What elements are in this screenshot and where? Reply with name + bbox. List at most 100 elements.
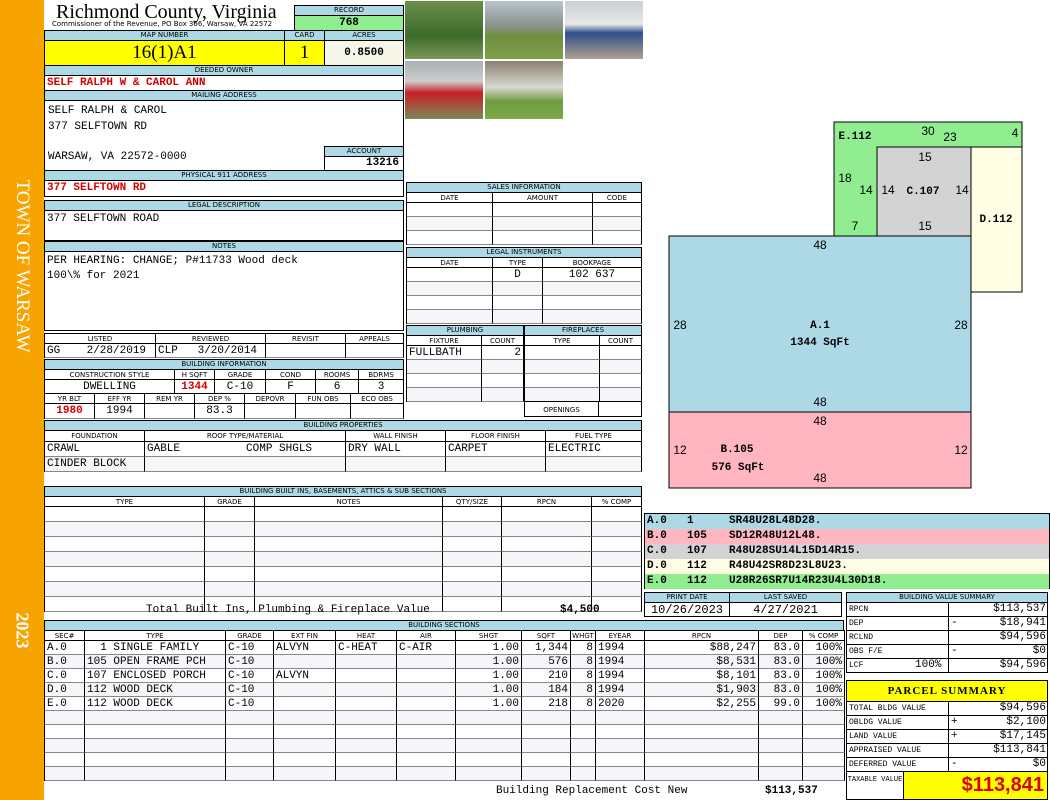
table-cell bbox=[759, 739, 803, 753]
parcel-summary-label: LAND VALUE bbox=[846, 729, 949, 744]
table-cell bbox=[645, 711, 759, 725]
table-cell: 1.00 bbox=[456, 697, 522, 711]
table-cell bbox=[255, 522, 443, 537]
sketch-label: 15 bbox=[918, 219, 932, 233]
table-cell: CINDER BLOCK bbox=[45, 457, 145, 472]
table-cell bbox=[45, 739, 85, 753]
table-cell bbox=[759, 725, 803, 739]
table-cell bbox=[596, 739, 645, 753]
sketch-label: D.112 bbox=[979, 214, 1012, 226]
house-front-photo[interactable] bbox=[404, 0, 484, 60]
table-cell: 184 bbox=[522, 683, 571, 697]
table-cell bbox=[407, 360, 482, 374]
column-header: EXT FIN bbox=[274, 631, 336, 641]
table-cell: 6 bbox=[316, 380, 359, 394]
table-cell bbox=[145, 404, 195, 419]
table-cell bbox=[482, 374, 524, 388]
table-cell bbox=[493, 296, 543, 310]
column-header: SHGT bbox=[456, 631, 522, 641]
table-cell bbox=[226, 725, 274, 739]
table-cell: ALVYN bbox=[274, 641, 336, 655]
parcel-summary-amount: $113,841 bbox=[993, 744, 1046, 756]
sketch-legend-cell: SD12R48U12L48. bbox=[729, 530, 822, 542]
table-cell bbox=[803, 711, 845, 725]
table-cell bbox=[456, 725, 522, 739]
table-cell bbox=[571, 767, 596, 781]
sketch-legend-cell: 112 bbox=[687, 575, 707, 587]
table-cell bbox=[645, 725, 759, 739]
column-header: NOTES bbox=[255, 497, 443, 507]
table-cell: C-10 bbox=[226, 655, 274, 669]
table-cell bbox=[645, 739, 759, 753]
column-header: DEP bbox=[759, 631, 803, 641]
table-cell bbox=[226, 711, 274, 725]
table-cell: 1,344 bbox=[522, 641, 571, 655]
table-cell bbox=[571, 753, 596, 767]
table-cell bbox=[255, 582, 443, 597]
table-cell bbox=[397, 711, 456, 725]
column-header: COUNT bbox=[482, 336, 524, 346]
table-cell: D bbox=[493, 268, 543, 282]
openings-value bbox=[598, 401, 642, 417]
sketch-label: 48 bbox=[813, 238, 827, 252]
table-cell bbox=[759, 767, 803, 781]
shed-photo[interactable] bbox=[484, 60, 564, 120]
openings-label: OPENINGS bbox=[524, 401, 599, 417]
table-cell: 100% bbox=[803, 641, 845, 655]
table-cell bbox=[446, 457, 546, 472]
sketch-label: E.112 bbox=[838, 131, 871, 143]
table-cell bbox=[502, 507, 592, 522]
table-cell bbox=[592, 522, 642, 537]
carport-photo[interactable] bbox=[564, 0, 644, 60]
table-cell bbox=[407, 282, 493, 296]
listing-table: LISTED REVIEWED REVISIT APPEALS GG 2/28/2019… bbox=[44, 333, 404, 358]
table-cell bbox=[443, 582, 502, 597]
parcel-summary-label: DEFERRED VALUE bbox=[846, 757, 949, 772]
parcel-summary-label: TOTAL BLDG VALUE bbox=[846, 701, 949, 716]
table-cell: GABLE COMP SHGLS bbox=[145, 442, 346, 457]
table-cell bbox=[593, 217, 642, 231]
table-cell bbox=[397, 767, 456, 781]
column-header: DEP % bbox=[195, 394, 245, 404]
parcel-summary-amount: $17,145 bbox=[999, 730, 1046, 742]
table-cell: 8 bbox=[571, 641, 596, 655]
table-cell bbox=[645, 753, 759, 767]
table-cell bbox=[85, 711, 226, 725]
table-cell bbox=[803, 767, 845, 781]
table-cell: 83.0 bbox=[759, 683, 803, 697]
table-cell bbox=[571, 711, 596, 725]
table-cell bbox=[600, 388, 642, 402]
column-header: RPCN bbox=[502, 497, 592, 507]
house-photo[interactable] bbox=[484, 0, 564, 60]
truck-photo[interactable] bbox=[404, 60, 484, 120]
table-cell: DWELLING bbox=[45, 380, 175, 394]
value-summary-amount: $18,941 bbox=[999, 617, 1046, 629]
table-cell: CARPET bbox=[446, 442, 546, 457]
parcel-summary-label: APPRAISED VALUE bbox=[846, 743, 949, 758]
table-cell: ELECTRIC bbox=[546, 442, 642, 457]
table-cell bbox=[600, 346, 642, 360]
tax-year: 2023 bbox=[12, 612, 33, 649]
sketch-label: 23 bbox=[943, 130, 957, 144]
table-cell bbox=[522, 739, 571, 753]
column-header: SQFT bbox=[522, 631, 571, 641]
column-header: CODE bbox=[593, 193, 642, 203]
building-sections-table: SEC# TYPE GRADE EXT FIN HEAT AIR SHGT SQFT WHGT E… bbox=[44, 630, 845, 781]
table-cell bbox=[407, 217, 493, 231]
table-cell: 105 OPEN FRAME PCH bbox=[85, 655, 226, 669]
table-cell bbox=[336, 767, 397, 781]
table-cell bbox=[397, 725, 456, 739]
column-header: TYPE bbox=[85, 631, 226, 641]
table-cell bbox=[493, 203, 593, 217]
table-cell bbox=[346, 344, 404, 358]
table-cell: 102 637 bbox=[543, 268, 642, 282]
sketch-label: 14 bbox=[955, 183, 969, 197]
table-cell: 1994 bbox=[596, 641, 645, 655]
column-header: APPEALS bbox=[346, 334, 404, 344]
acres-value: 0.8500 bbox=[324, 40, 404, 66]
table-cell bbox=[543, 310, 642, 324]
sketch-legend-cell: 112 bbox=[687, 560, 707, 572]
table-cell bbox=[571, 725, 596, 739]
value-summary-label: RPCN bbox=[846, 602, 949, 617]
mailing-line: 377 SELFTOWN RD bbox=[48, 121, 148, 133]
